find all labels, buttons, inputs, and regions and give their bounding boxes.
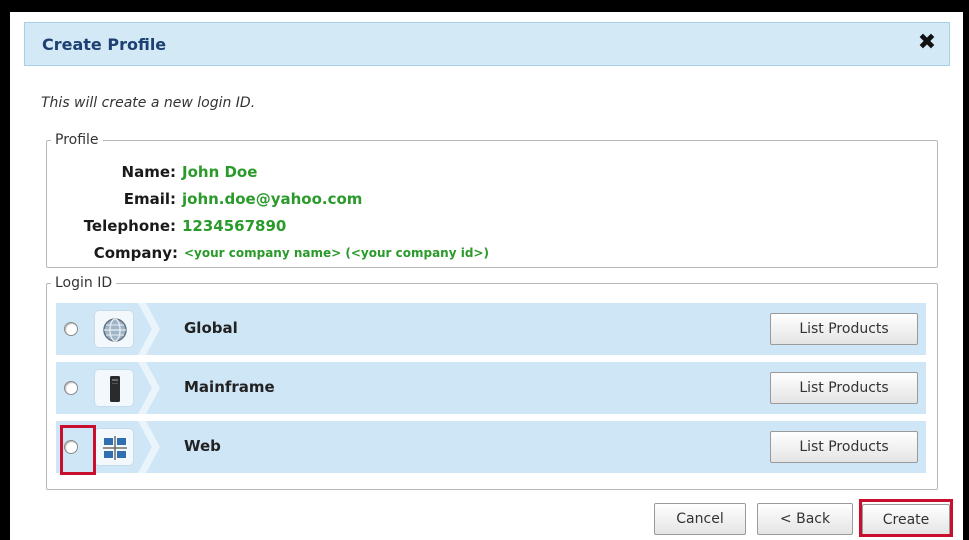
login-option-name: Web (184, 437, 221, 455)
close-icon[interactable]: ✖ (915, 31, 939, 55)
profile-legend: Profile (55, 132, 99, 148)
highlight-box-web-radio (60, 425, 96, 475)
globe-icon (94, 310, 134, 348)
chevron-right-icon (138, 421, 160, 473)
web-network-icon (94, 428, 134, 466)
create-profile-dialog: Create Profile ✖ This will create a new … (24, 22, 953, 540)
chevron-right-icon (138, 362, 160, 414)
dialog-title: Create Profile (42, 35, 167, 54)
login-option-name: Mainframe (184, 378, 275, 396)
list-products-button-web[interactable]: List Products (770, 431, 918, 463)
profile-name-value: John Doe (182, 163, 258, 181)
chevron-right-icon (138, 303, 160, 355)
profile-company-value: <your company name> (<your company id>) (184, 246, 489, 260)
profile-name-label: Name: (121, 163, 176, 181)
login-radio-mainframe[interactable] (64, 381, 78, 395)
login-id-legend: Login ID (55, 275, 113, 291)
profile-company-row: Company: <your company name> (<your comp… (54, 244, 489, 262)
profile-telephone-label: Telephone: (83, 217, 176, 235)
login-option-web: Web List Products (56, 421, 926, 473)
list-products-button-global[interactable]: List Products (770, 313, 918, 345)
dialog-titlebar: Create Profile ✖ (24, 22, 950, 66)
cancel-button[interactable]: Cancel (654, 503, 746, 535)
back-button[interactable]: < Back (757, 503, 853, 535)
profile-telephone-value: 1234567890 (182, 217, 287, 235)
profile-telephone-row: Telephone: 1234567890 (54, 217, 287, 235)
login-option-global: Global List Products (56, 303, 926, 355)
mainframe-icon (94, 369, 134, 407)
login-option-name: Global (184, 319, 238, 337)
list-products-button-mainframe[interactable]: List Products (770, 372, 918, 404)
login-radio-global[interactable] (64, 322, 78, 336)
profile-name-row: Name: John Doe (54, 163, 258, 181)
login-option-mainframe: Mainframe List Products (56, 362, 926, 414)
profile-email-label: Email: (123, 190, 176, 208)
profile-email-value: john.doe@yahoo.com (182, 190, 363, 208)
profile-email-row: Email: john.doe@yahoo.com (54, 190, 363, 208)
intro-text: This will create a new login ID. (41, 95, 256, 111)
profile-company-label: Company: (93, 244, 178, 262)
screenshot-frame: Create Profile ✖ This will create a new … (10, 12, 963, 540)
highlight-box-create-button (859, 499, 953, 537)
